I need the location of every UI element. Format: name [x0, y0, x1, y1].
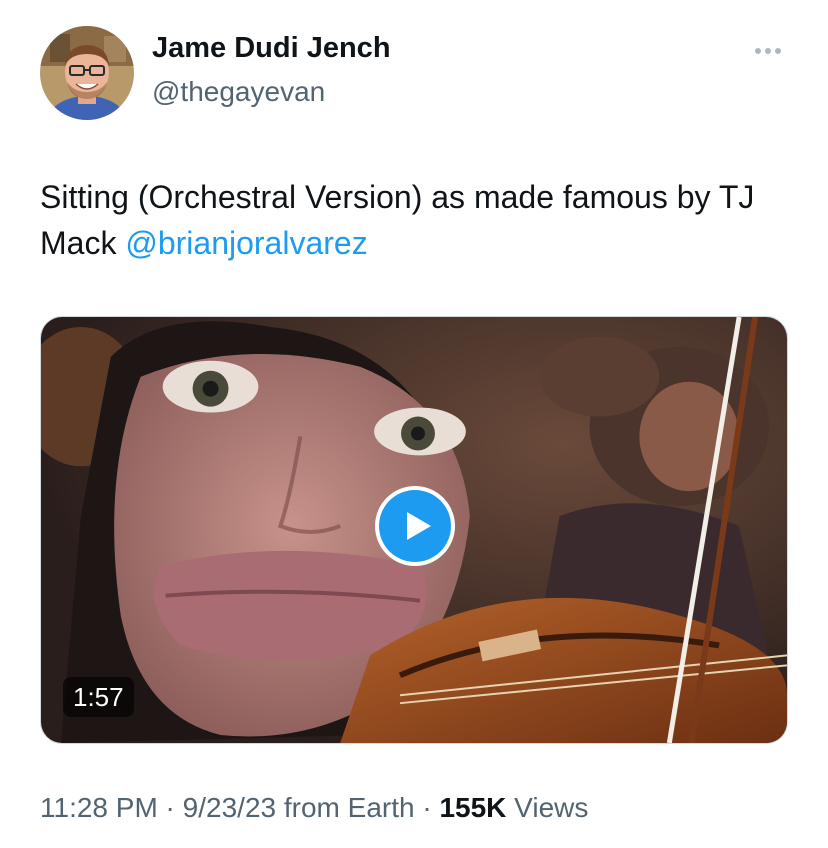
meta-separator: · [157, 792, 183, 823]
video-duration: 1:57 [63, 677, 134, 717]
mention-link[interactable]: @brianjoralvarez [125, 225, 367, 261]
tweet-source: from Earth [276, 792, 415, 823]
tweet-time[interactable]: 11:28 PM [40, 792, 158, 823]
views-count[interactable]: 155K [439, 792, 506, 823]
author-display-name[interactable]: Jame Dudi Jench [152, 32, 391, 65]
play-icon [379, 490, 451, 562]
meta-separator-2: · [414, 792, 440, 823]
tweet-date[interactable]: 9/23/23 [183, 792, 276, 823]
ellipsis-icon [755, 48, 781, 54]
tweet-meta: 11:28 PM · 9/23/23 from Earth · 155K Vie… [40, 792, 588, 824]
author-handle[interactable]: @thegayevan [152, 76, 325, 108]
views-label: Views [506, 792, 589, 823]
video-player[interactable]: 1:57 [40, 316, 788, 744]
tweet-text: Sitting (Orchestral Version) as made fam… [40, 174, 800, 266]
play-button[interactable] [375, 486, 455, 566]
profile-photo [40, 26, 134, 120]
avatar[interactable] [40, 26, 134, 120]
more-options-button[interactable] [748, 36, 788, 66]
